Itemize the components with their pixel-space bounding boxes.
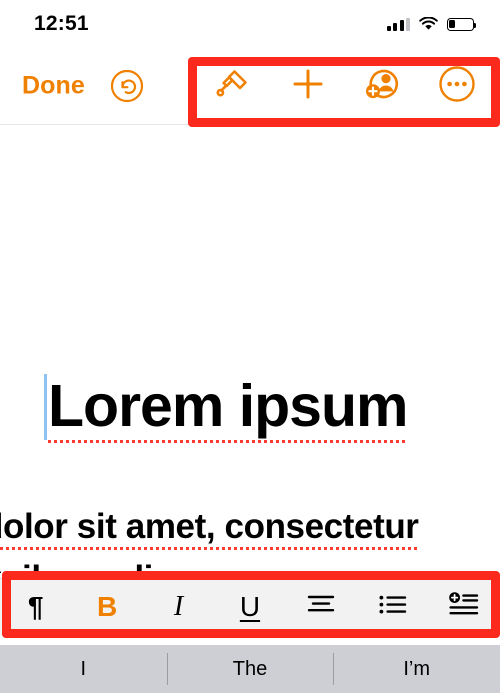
done-button[interactable]: Done — [22, 72, 85, 101]
insert-list-item-button[interactable] — [439, 583, 489, 631]
document-title[interactable]: Lorem ipsum — [48, 372, 408, 443]
underline-button[interactable]: U — [225, 583, 275, 631]
format-toolbar: ¶ B I U — [0, 578, 500, 635]
document-toolbar: Done — [0, 48, 500, 125]
bold-icon: B — [97, 591, 118, 622]
bold-button[interactable]: B — [82, 583, 132, 631]
insert-item-icon — [448, 591, 480, 623]
text-cursor — [44, 374, 47, 440]
document-subtitle-line-1[interactable]: dolor sit amet, consectetur — [0, 507, 419, 550]
align-button[interactable] — [296, 583, 346, 631]
bullet-list-button[interactable] — [368, 583, 418, 631]
underline-icon: U — [239, 591, 261, 622]
ellipsis-circle-icon — [438, 65, 476, 108]
document-toolbar-buttons — [196, 48, 494, 125]
text-align-icon — [306, 593, 336, 622]
italic-button[interactable]: I — [154, 583, 204, 631]
add-person-icon — [362, 64, 402, 109]
suggestion-item[interactable]: The — [166, 645, 334, 693]
battery-low-icon — [447, 17, 477, 31]
status-bar: 12:51 — [0, 0, 500, 48]
status-indicators — [386, 17, 477, 31]
plus-icon — [289, 65, 327, 108]
paintbrush-format-icon — [213, 64, 253, 109]
bullet-list-icon — [378, 593, 408, 622]
keyboard-suggestion-bar: I The I’m — [0, 645, 500, 693]
paragraph-style-button[interactable]: ¶ — [11, 583, 61, 631]
more-button[interactable] — [434, 64, 480, 110]
suggestion-item[interactable]: I’m — [333, 645, 500, 693]
document-subtitle-line-2[interactable]: ucibus odio. — [0, 559, 184, 573]
status-time: 12:51 — [34, 12, 89, 35]
phone-screen: 12:51 Done Lorem ipsum dolor sit amet, c… — [0, 0, 500, 693]
document-subtitle-line-1-text: dolor sit amet, consectetur — [0, 507, 419, 550]
collaborate-button[interactable] — [359, 64, 405, 110]
pilcrow-icon: ¶ — [27, 591, 44, 622]
document-subtitle-line-2-text: ucibus odio. — [0, 559, 184, 573]
document-canvas[interactable]: Lorem ipsum dolor sit amet, consectetur … — [0, 126, 500, 573]
wifi-icon — [419, 17, 438, 31]
suggestion-item[interactable]: I — [0, 645, 167, 693]
document-title-text: Lorem ipsum — [48, 373, 408, 443]
undo-icon[interactable] — [110, 69, 144, 103]
format-button[interactable] — [210, 64, 256, 110]
cellular-signal-icon — [386, 17, 410, 31]
italic-icon: I — [173, 591, 184, 622]
insert-button[interactable] — [285, 64, 331, 110]
